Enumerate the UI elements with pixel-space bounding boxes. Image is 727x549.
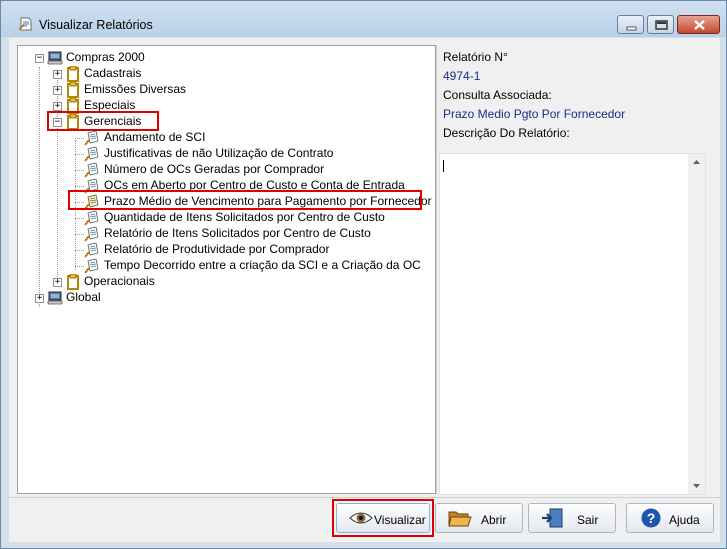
- help-icon: ?: [641, 508, 661, 528]
- button-bar: Visualizar Abrir Sair ? Ajuda: [9, 497, 720, 542]
- expand-icon[interactable]: +: [53, 70, 62, 79]
- report-icon: [84, 162, 99, 178]
- tree-line: [75, 138, 84, 139]
- tree-node-report[interactable]: Número de OCs Geradas por Comprador: [18, 162, 418, 178]
- report-icon: [84, 226, 99, 242]
- tree-label-category: Emissões Diversas: [84, 82, 187, 96]
- tree-line: [75, 170, 84, 171]
- tree-line: [75, 234, 84, 235]
- tree-label-report: Relatório de Itens Solicitados por Centr…: [104, 226, 371, 240]
- tree-line: [75, 186, 84, 187]
- report-icon: [84, 258, 99, 274]
- tree-label-report: Tempo Decorrido entre a criação da SCI e…: [104, 258, 421, 272]
- tree-label-report: Número de OCs Geradas por Comprador: [104, 162, 325, 176]
- report-number-value: 4974-1: [443, 69, 481, 83]
- close-icon: [694, 20, 705, 30]
- tree-label-category: Cadastrais: [84, 66, 142, 80]
- abrir-label: Abrir: [481, 513, 507, 527]
- ajuda-label: Ajuda: [669, 513, 700, 527]
- minimize-button[interactable]: [617, 15, 644, 34]
- window-title: Visualizar Relatórios: [39, 18, 153, 32]
- description-label: Descrição Do Relatório:: [443, 126, 570, 140]
- tree-label-global: Global: [66, 290, 101, 304]
- tree-node-report[interactable]: Relatório de Itens Solicitados por Centr…: [18, 226, 418, 242]
- maximize-button[interactable]: [647, 15, 674, 34]
- close-button[interactable]: [677, 15, 720, 34]
- description-scrollbar[interactable]: [688, 154, 705, 494]
- clipboard-icon: [67, 66, 79, 82]
- tree-label-report: Justificativas de não Utilização de Cont…: [104, 146, 334, 160]
- tree-node-category[interactable]: + Cadastrais: [18, 66, 418, 82]
- query-label: Consulta Associada:: [443, 88, 552, 102]
- tree-node-report[interactable]: Quantidade de Itens Solicitados por Cent…: [18, 210, 418, 226]
- tree-line: [75, 266, 84, 267]
- tree-node-report[interactable]: Tempo Decorrido entre a criação da SCI e…: [18, 258, 421, 274]
- report-info-panel: Relatório N° 4974-1 Consulta Associada: …: [436, 45, 714, 495]
- report-icon: [84, 242, 99, 258]
- expand-icon[interactable]: +: [53, 278, 62, 287]
- tree-node-report[interactable]: Andamento de SCI: [18, 130, 418, 146]
- report-app-icon: [18, 17, 32, 31]
- tree-line: [75, 218, 84, 219]
- exit-door-icon: [542, 508, 563, 528]
- text-caret: [443, 160, 444, 172]
- minimize-icon: [626, 26, 637, 31]
- tree-node-report[interactable]: Justificativas de não Utilização de Cont…: [18, 146, 418, 162]
- tree-node-root[interactable]: − Compras 2000: [18, 50, 418, 66]
- computer-icon: [47, 291, 63, 305]
- clipboard-icon: [67, 82, 79, 98]
- svg-text:?: ?: [647, 510, 656, 526]
- report-tree[interactable]: − Compras 2000 + Cadastrais + Emissões D…: [17, 45, 436, 494]
- expand-icon[interactable]: +: [53, 86, 62, 95]
- tree-label-category: Especiais: [84, 98, 136, 112]
- tree-label-category: Operacionais: [84, 274, 155, 288]
- query-value: Prazo Medio Pgto Por Fornecedor: [443, 107, 626, 121]
- collapse-icon[interactable]: −: [35, 54, 44, 63]
- abrir-button[interactable]: Abrir: [435, 503, 523, 533]
- clipboard-icon: [67, 274, 79, 290]
- expand-icon[interactable]: +: [35, 294, 44, 303]
- description-textarea[interactable]: [439, 153, 706, 495]
- report-viewer-window: Visualizar Relatórios − Compras 2000 + C…: [0, 0, 727, 549]
- client-area: − Compras 2000 + Cadastrais + Emissões D…: [9, 38, 720, 542]
- title-bar: Visualizar Relatórios: [1, 1, 726, 37]
- ajuda-button[interactable]: ? Ajuda: [626, 503, 714, 533]
- report-icon: [84, 146, 99, 162]
- report-icon: [84, 130, 99, 146]
- computer-icon: [47, 51, 63, 65]
- folder-open-icon: [448, 511, 472, 527]
- highlight-box-selected-report: [68, 190, 422, 210]
- tree-label-report: Andamento de SCI: [104, 130, 206, 144]
- tree-line: [75, 250, 84, 251]
- report-icon: [84, 210, 99, 226]
- tree-label-report: Relatório de Produtividade por Comprador: [104, 242, 330, 256]
- tree-node-category[interactable]: + Emissões Diversas: [18, 82, 418, 98]
- tree-label-report: Quantidade de Itens Solicitados por Cent…: [104, 210, 385, 224]
- tree-node-report[interactable]: Relatório de Produtividade por Comprador: [18, 242, 418, 258]
- highlight-box-visualizar: [332, 499, 434, 537]
- report-number-label: Relatório N°: [443, 50, 508, 64]
- tree-line: [75, 154, 84, 155]
- tree-node-global[interactable]: + Global: [18, 290, 418, 306]
- scroll-arrows-icon: [693, 160, 700, 488]
- tree-label-root: Compras 2000: [66, 50, 145, 64]
- expand-icon[interactable]: +: [53, 102, 62, 111]
- sair-button[interactable]: Sair: [528, 503, 616, 533]
- tree-node-category[interactable]: + Operacionais: [18, 274, 418, 290]
- maximize-icon: [655, 20, 668, 30]
- sair-label: Sair: [577, 513, 599, 527]
- highlight-box-gerenciais: [47, 111, 159, 131]
